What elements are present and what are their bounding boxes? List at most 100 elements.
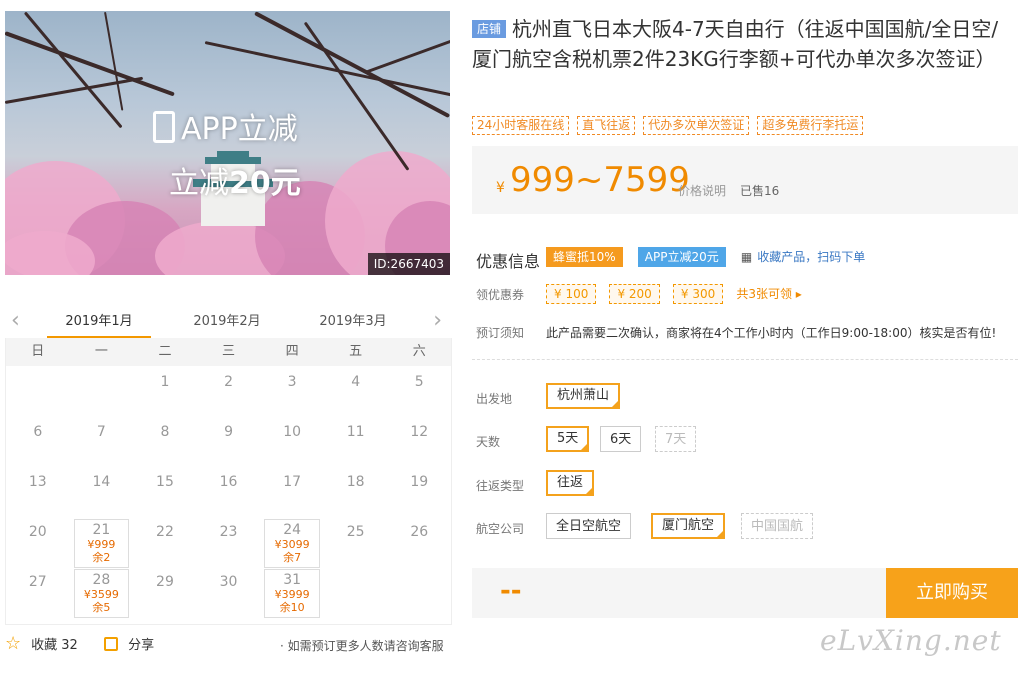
calendar-day (6, 366, 70, 416)
airline-option-airchina: 中国国航 (741, 513, 814, 539)
calendar-week-row: 13 14 15 16 17 18 19 (6, 466, 451, 516)
chevron-right-icon[interactable]: › (433, 308, 442, 333)
calendar-day: 17 (260, 466, 324, 516)
day-number: 12 (410, 424, 429, 440)
calendar-day: 3 (260, 366, 324, 416)
price-note-link[interactable]: 价格说明 (678, 182, 726, 199)
product-title-block: 店铺 杭州直飞日本大阪4-7天自由行（往返中国国航/全日空/厦门航空含税机票2件2… (472, 14, 1017, 74)
calendar-day: 12 (387, 416, 451, 466)
calendar-day-available[interactable]: 21 ¥999 余2 (70, 516, 134, 568)
weekday-label: 六 (412, 344, 426, 359)
calendar-day: 16 (197, 466, 261, 516)
price-box: ¥ 999~7599 价格说明 已售16 (472, 146, 1018, 214)
selected-price-placeholder: -- (500, 576, 522, 606)
day-number: 8 (160, 424, 170, 440)
weekday-label: 日 (31, 344, 45, 359)
booking-label: 预订须知 (476, 326, 525, 340)
weekday-label: 五 (349, 344, 363, 359)
calendar-day: 27 (6, 566, 70, 616)
day-number: 16 (219, 474, 238, 490)
calendar-month-tabs: ‹ 2019年1月 2019年2月 2019年3月 › (5, 302, 450, 339)
day-number: 1 (160, 374, 170, 390)
offers-label: 优惠信息 (476, 252, 541, 271)
day-number: 28 (92, 572, 111, 588)
trip-type-label: 往返类型 (476, 479, 525, 493)
coupon-200[interactable]: ¥ 200 (609, 284, 660, 304)
chevron-left-icon[interactable]: ‹ (11, 308, 20, 333)
calendar-day: 19 (387, 466, 451, 516)
day-price: ¥3099 (274, 538, 310, 551)
calendar-day-available[interactable]: 24 ¥3099 余7 (260, 516, 324, 568)
booking-notice: 此产品需要二次确认，商家将在4个工作小时内（工作日9:00-18:00）核实是否… (546, 326, 997, 340)
day-price: ¥3599 (83, 588, 119, 601)
divider (472, 359, 1018, 360)
calendar-day-available[interactable]: 28 ¥3599 余5 (70, 566, 134, 618)
day-number: 15 (156, 474, 174, 490)
star-icon: ☆ (5, 632, 22, 654)
share-icon (103, 636, 118, 651)
day-number: 24 (283, 522, 302, 538)
calendar-day: 18 (324, 466, 388, 516)
airline-option-xiamen[interactable]: 厦门航空 (651, 513, 726, 539)
days-option-5[interactable]: 5天 (546, 426, 590, 452)
calendar-day: 1 (133, 366, 197, 416)
day-number: 17 (283, 474, 302, 490)
tab-month-2[interactable]: 2019年2月 (181, 310, 273, 329)
weekday-header: 日一二三四五六 (6, 338, 451, 366)
day-number: 11 (346, 424, 365, 440)
calendar-day: 15 (133, 466, 197, 516)
feature-tag: 24小时客服在线 (472, 116, 570, 135)
scan-order-link[interactable]: 收藏产品，扫码下单 (757, 250, 865, 264)
airline-option-ana[interactable]: 全日空航空 (546, 513, 632, 539)
product-id-badge: ID:2667403 (367, 253, 450, 275)
tab-month-1[interactable]: 2019年1月 (47, 310, 151, 339)
calendar-week-row: 6 7 8 9 10 11 12 (6, 416, 451, 466)
date-calendar: 日一二三四五六 1 2 3 4 5 6 7 8 9 10 11 12 13 14 15 16 17 18 19 20 2… (5, 338, 452, 625)
day-number: 19 (410, 474, 429, 490)
site-watermark: eLvXing.net (820, 624, 1002, 657)
day-price: ¥999 (87, 538, 116, 551)
calendar-week-row: 27 28 ¥3599 余5 29 30 31 ¥3999 余10 (6, 566, 451, 618)
coupons-more-link[interactable]: 共3张可领 ▸ (736, 287, 801, 301)
calendar-day: 6 (6, 416, 70, 466)
day-number: 2 (224, 374, 233, 390)
calendar-day: 5 (387, 366, 451, 416)
calendar-day: 4 (324, 366, 388, 416)
calendar-day: 2 (197, 366, 261, 416)
weekday-label: 一 (94, 344, 108, 359)
coupon-300[interactable]: ¥ 300 (672, 284, 724, 304)
day-number: 27 (28, 574, 47, 590)
favorite-button[interactable]: 收藏 32 (31, 638, 78, 653)
qr-icon: ▦ (740, 250, 753, 264)
day-remaining: 余7 (283, 551, 302, 564)
tab-month-3[interactable]: 2019年3月 (307, 310, 399, 329)
day-number: 25 (346, 524, 365, 540)
calendar-day (70, 366, 134, 416)
app-discount-badge: APP立减20元 (637, 247, 726, 267)
departure-option-hangzhou[interactable]: 杭州萧山 (546, 383, 621, 409)
days-option-6[interactable]: 6天 (600, 426, 642, 452)
price-currency: ¥ (496, 180, 505, 196)
coupon-100[interactable]: ¥ 100 (546, 284, 597, 304)
calendar-day: 7 (70, 416, 134, 466)
day-number: 21 (92, 522, 111, 538)
calendar-day (387, 566, 451, 616)
day-number: 18 (346, 474, 365, 490)
day-number: 13 (28, 474, 47, 490)
day-remaining: 余5 (92, 601, 111, 614)
buy-now-button[interactable]: 立即购买 (886, 568, 1018, 618)
app-discount-label: APP立减 (153, 111, 298, 148)
calendar-day: 30 (197, 566, 261, 616)
consult-hint[interactable]: · 如需预订更多人数请咨询客服 (280, 637, 444, 654)
calendar-day: 29 (133, 566, 197, 616)
share-button[interactable]: 分享 (128, 638, 154, 653)
calendar-body: 1 2 3 4 5 6 7 8 9 10 11 12 13 14 15 16 17 18 19 20 21 ¥999 余2 2… (6, 366, 451, 618)
offers-row: 蜂蜜抵10% APP立减20元 ▦ 收藏产品，扫码下单 (546, 246, 865, 267)
trip-type-option-roundtrip[interactable]: 往返 (546, 470, 595, 496)
day-number: 6 (33, 424, 43, 440)
calendar-day: 23 (197, 516, 261, 566)
calendar-day-available[interactable]: 31 ¥3999 余10 (260, 566, 324, 618)
store-tag[interactable]: 店铺 (472, 20, 507, 38)
day-number: 22 (156, 524, 174, 540)
airline-label: 航空公司 (476, 522, 525, 536)
